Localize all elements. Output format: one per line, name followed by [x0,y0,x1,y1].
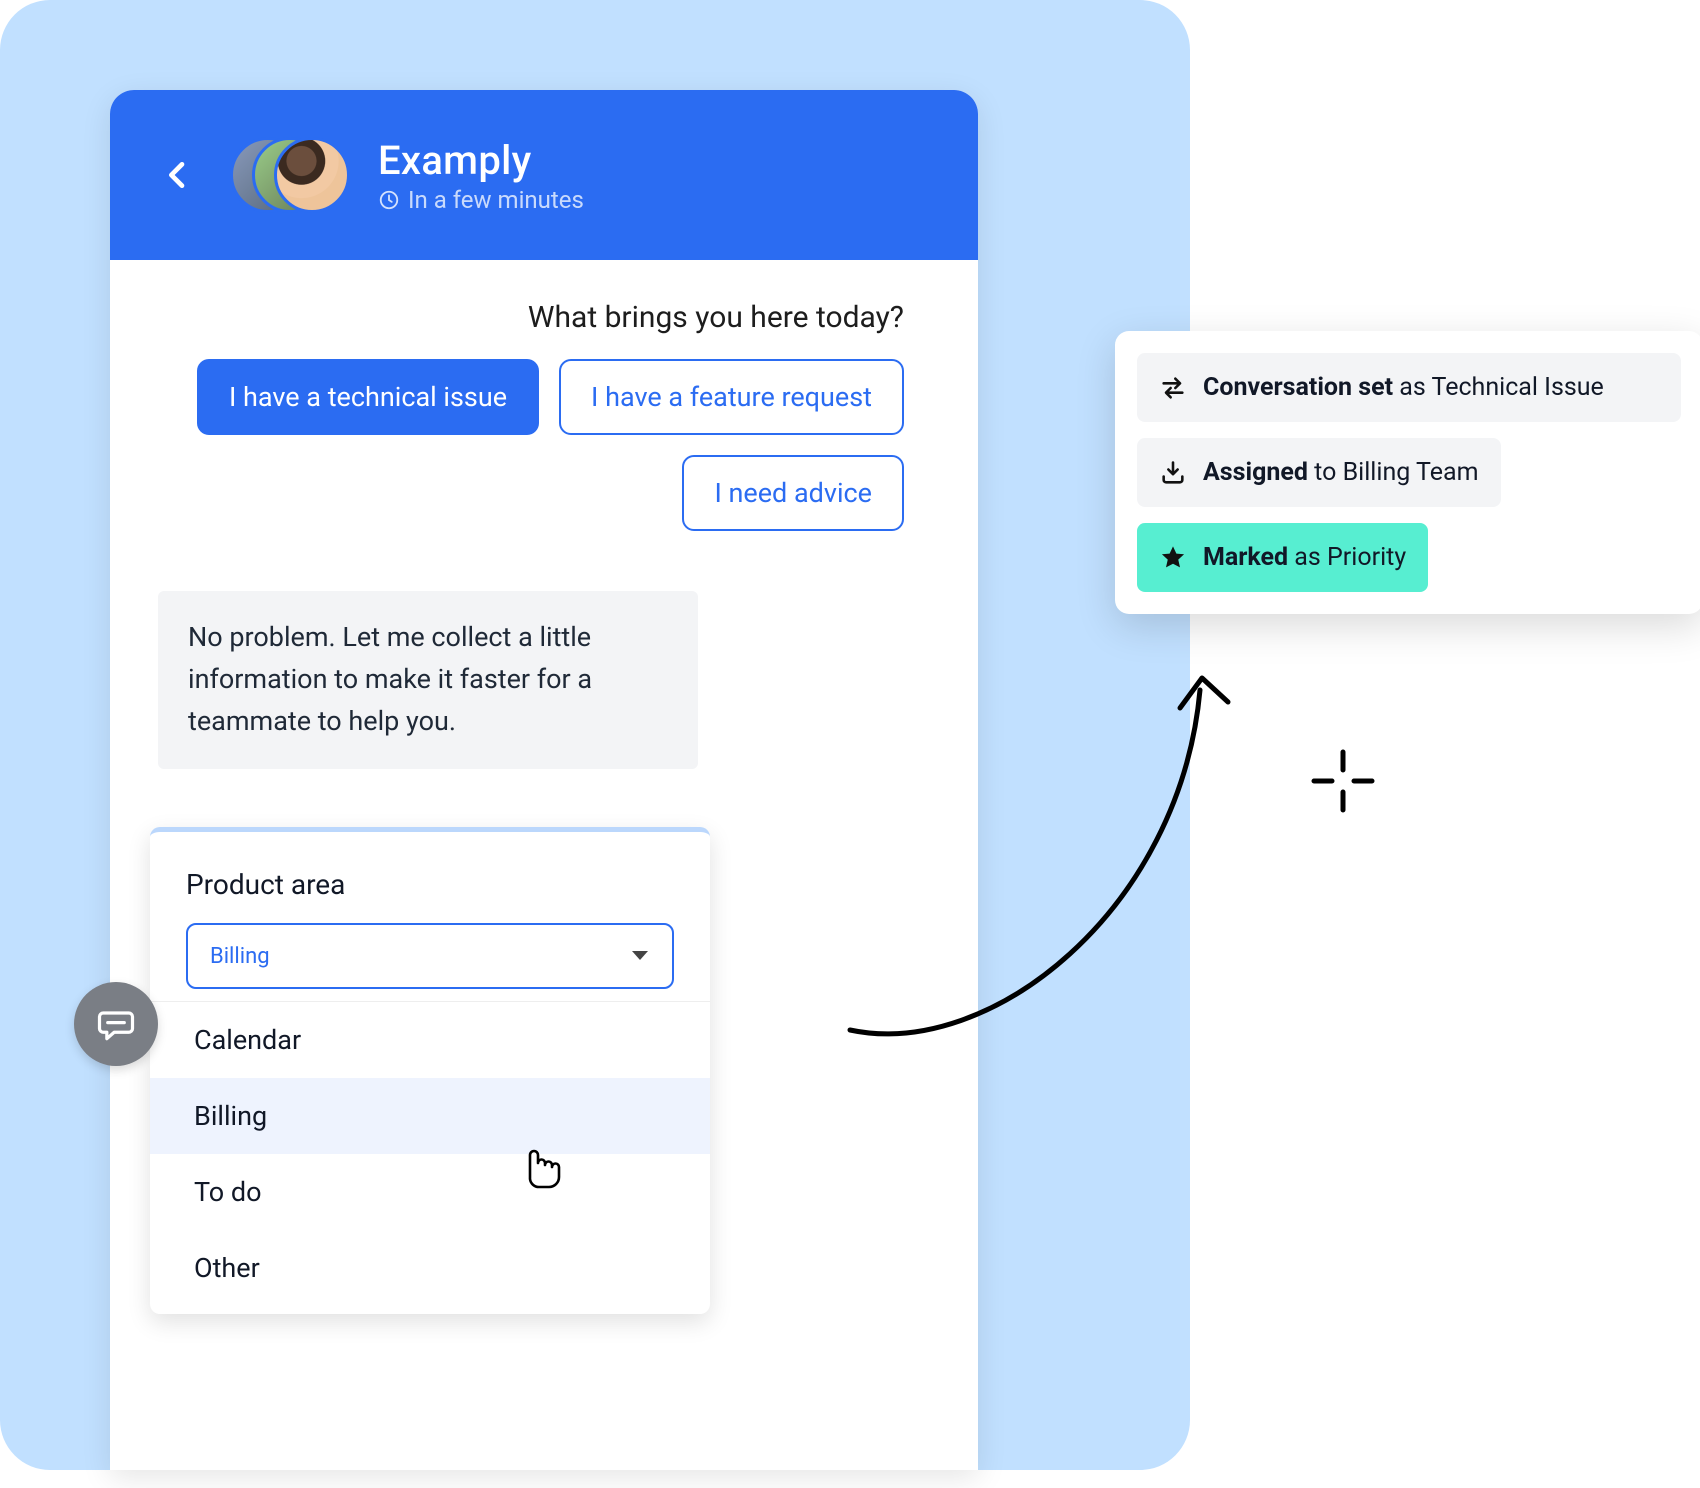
dropdown-label: Product area [186,868,674,901]
inbox-download-icon [1159,459,1187,487]
product-area-select[interactable]: Billing [186,923,674,989]
product-area-card: Product area Billing Calendar Billing To… [150,827,710,1314]
option-technical-issue[interactable]: I have a technical issue [197,359,539,435]
option-need-advice[interactable]: I need advice [682,455,904,531]
clock-icon [378,189,400,211]
status-rest: as Priority [1288,543,1406,572]
avatar [274,137,350,213]
status-bold: Assigned [1203,458,1308,487]
status-rest: to Billing Team [1308,458,1479,487]
status-bold: Marked [1203,543,1288,572]
pointer-cursor-icon [519,1141,561,1189]
dropdown-option-billing[interactable]: Billing [150,1078,710,1154]
dropdown-option-other[interactable]: Other [150,1230,710,1306]
dropdown-selected-value: Billing [210,944,270,969]
caret-down-icon [630,949,650,963]
status-bold: Conversation set [1203,373,1393,402]
messenger-icon [94,1002,138,1046]
star-icon [1159,544,1187,572]
swap-icon [1159,374,1187,402]
status-marked-priority: Marked as Priority [1137,523,1428,592]
chevron-left-icon [162,159,194,191]
automation-status-panel: Conversation set as Technical Issue Assi… [1115,331,1700,614]
option-feature-request[interactable]: I have a feature request [559,359,904,435]
back-button[interactable] [150,147,206,203]
chat-header: Examply In a few minutes [110,90,978,260]
dropdown-options-list: Calendar Billing To do Other [150,1001,710,1306]
sparkle-plus-icon [1308,746,1378,816]
status-assigned: Assigned to Billing Team [1137,438,1501,507]
response-time-text: In a few minutes [408,186,584,214]
response-time: In a few minutes [378,186,584,214]
flow-arrow-icon [830,630,1280,1070]
company-name: Examply [378,137,584,184]
avatar-stack [230,133,360,217]
bot-question: What brings you here today? [158,300,904,335]
dropdown-option-calendar[interactable]: Calendar [150,1002,710,1078]
status-conversation-set: Conversation set as Technical Issue [1137,353,1681,422]
dropdown-option-todo[interactable]: To do [150,1154,710,1230]
status-rest: as Technical Issue [1393,373,1604,402]
reply-options: I have a technical issue I have a featur… [158,359,904,531]
messenger-launcher[interactable] [74,982,158,1066]
bot-followup-message: No problem. Let me collect a little info… [158,591,698,769]
